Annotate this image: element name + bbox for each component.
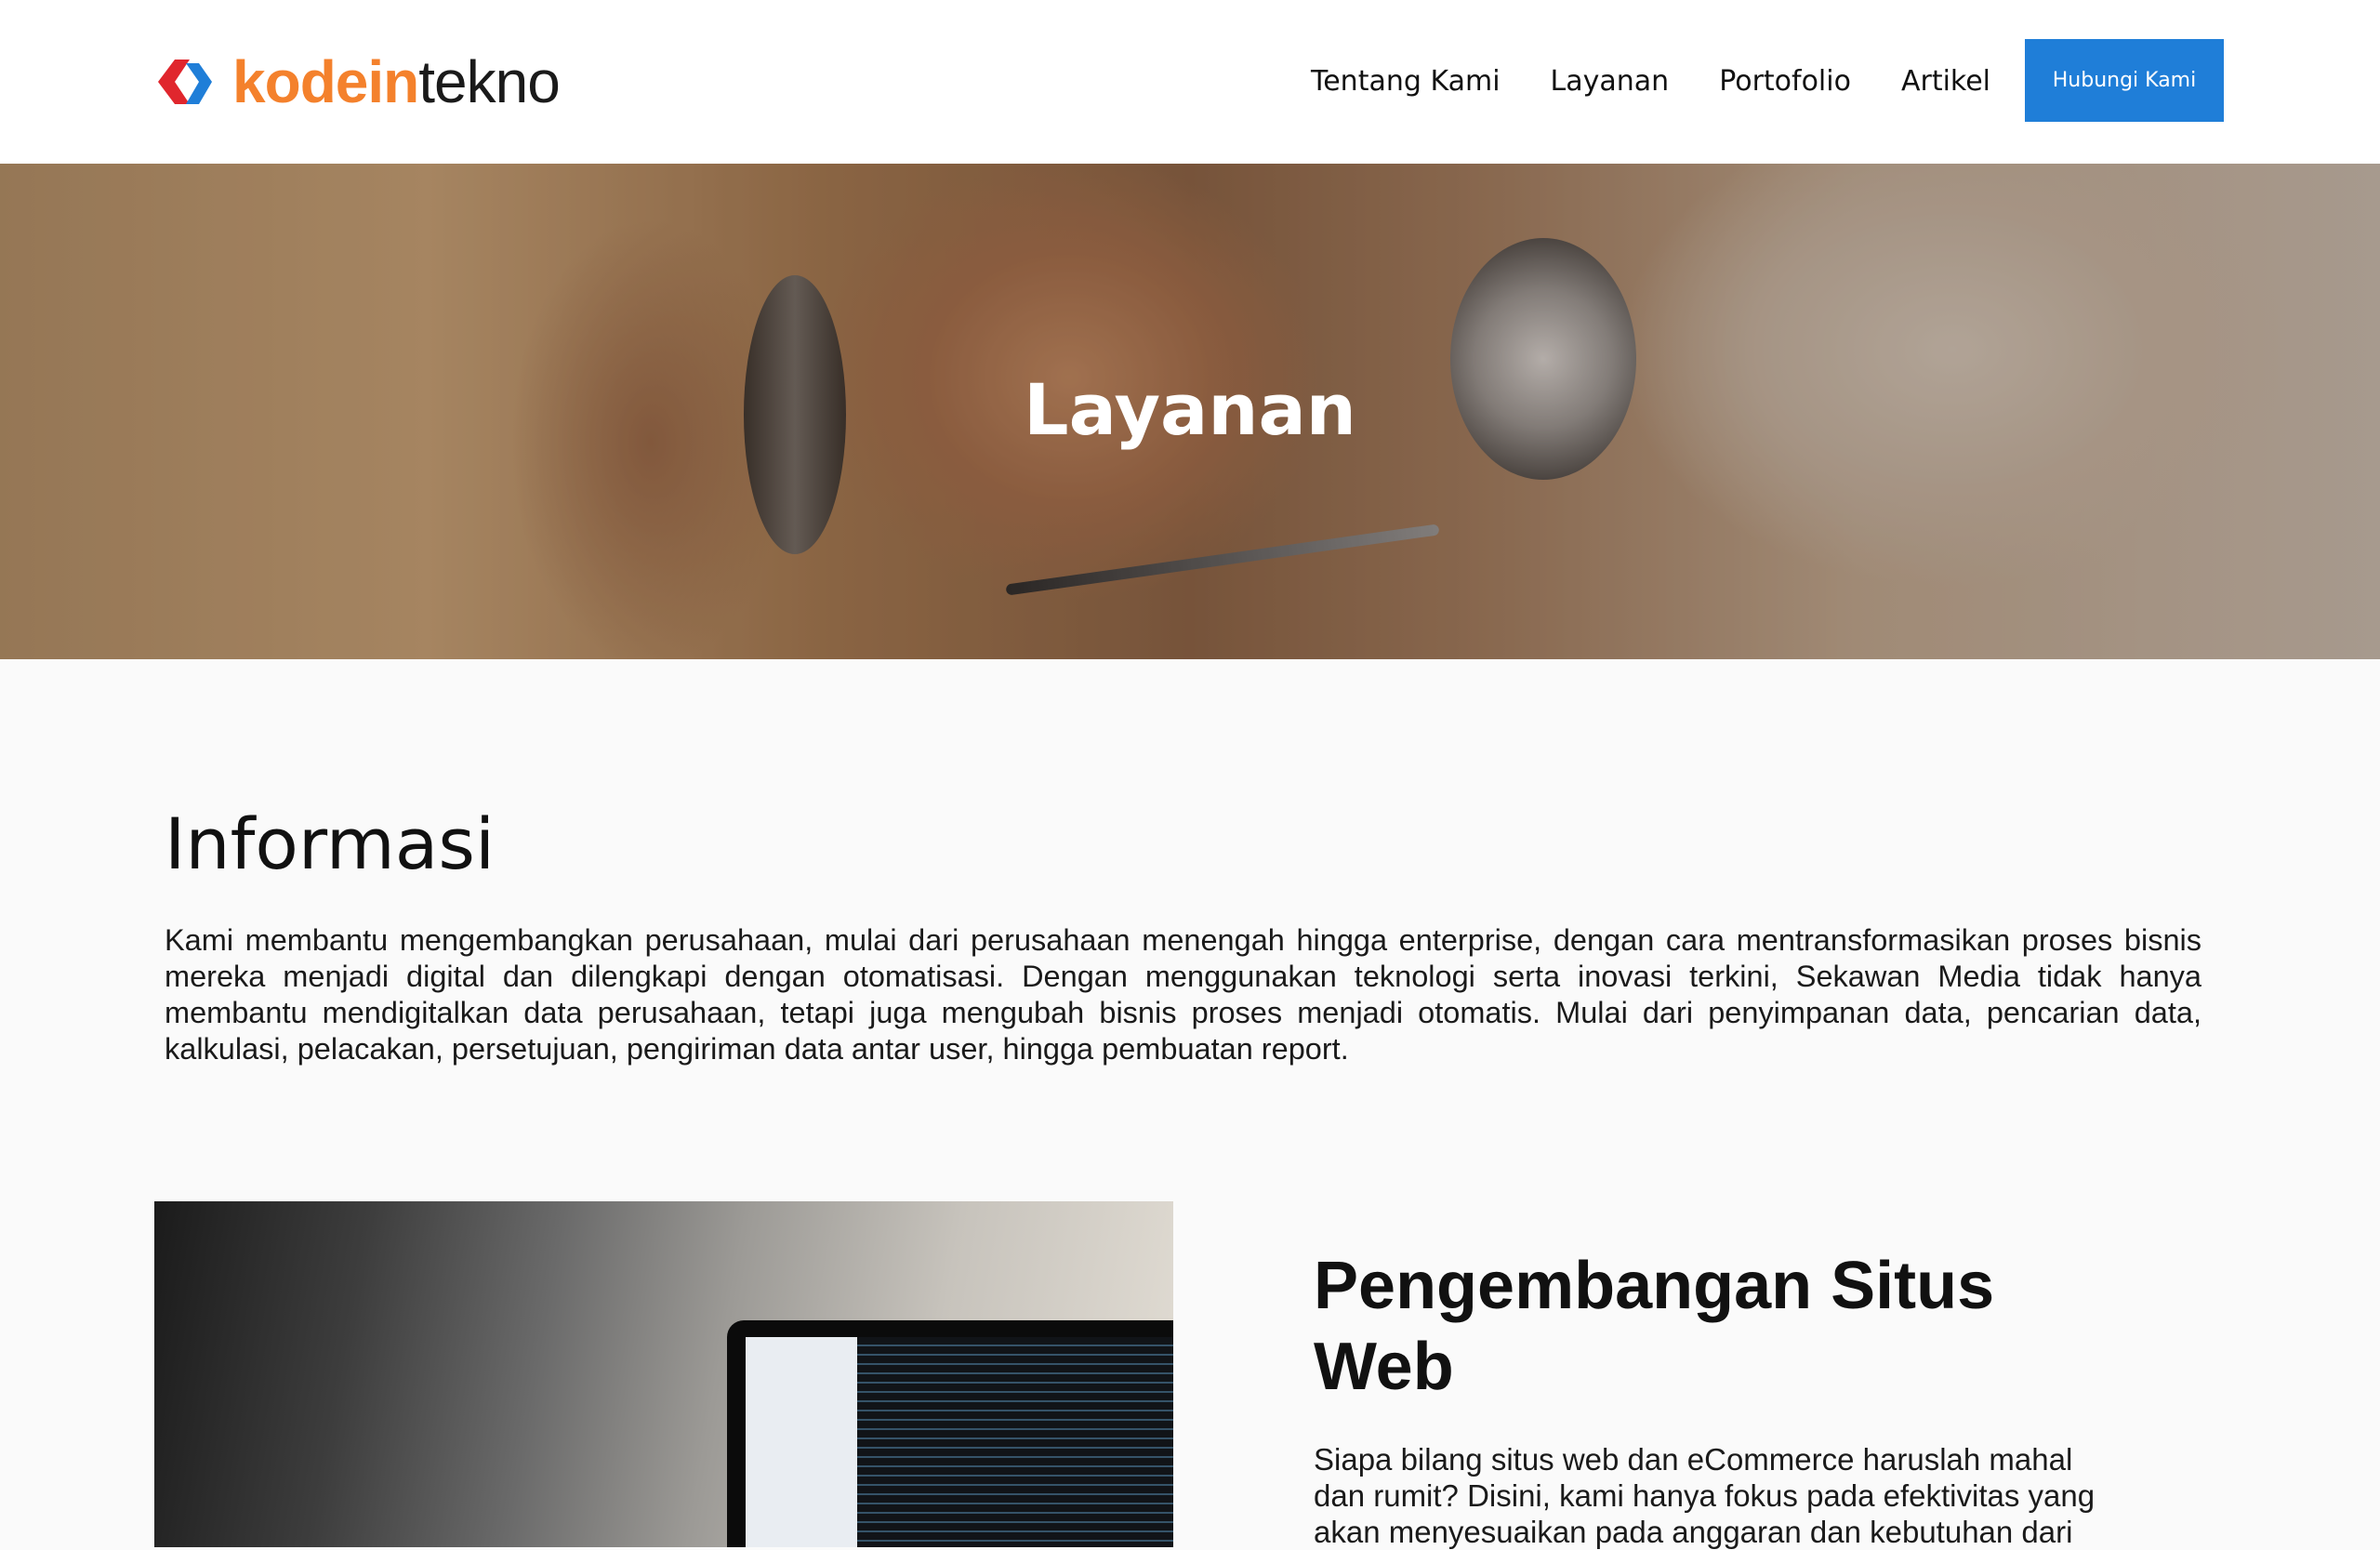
- service-image: [154, 1201, 1173, 1547]
- contact-button[interactable]: Hubungi Kami: [2025, 39, 2224, 122]
- code-editor-content: [857, 1337, 1173, 1547]
- service-body: Siapa bilang situs web dan eCommerce har…: [1314, 1442, 2096, 1549]
- logo-text-bold: kodein: [232, 48, 419, 115]
- main-nav: Tentang Kami Layanan Portofolio Artikel: [1311, 54, 1990, 108]
- service-title: Pengembangan Situs Web: [1314, 1249, 1995, 1404]
- nav-item-tentang-kami[interactable]: Tentang Kami: [1311, 65, 1501, 98]
- hero-title: Layanan: [1024, 368, 1356, 451]
- hero-banner: Layanan: [0, 164, 2380, 659]
- logo-mark-icon: [158, 60, 212, 104]
- logo-text-light: tekno: [418, 48, 561, 115]
- nav-item-artikel[interactable]: Artikel: [1901, 65, 1990, 98]
- site-header: kodeintekno Tentang Kami Layanan Portofo…: [0, 0, 2380, 164]
- info-body: Kami membantu mengembangkan perusahaan, …: [165, 923, 2202, 1066]
- laptop-screen: [746, 1337, 1173, 1547]
- nav-item-layanan[interactable]: Layanan: [1551, 65, 1670, 98]
- info-title: Informasi: [165, 802, 496, 885]
- logo-text: kodeintekno: [232, 48, 561, 115]
- laptop-image: [727, 1320, 1173, 1547]
- logo[interactable]: kodeintekno: [154, 48, 561, 115]
- nav-item-portofolio[interactable]: Portofolio: [1719, 65, 1851, 98]
- code-editor-sidebar: [746, 1337, 857, 1547]
